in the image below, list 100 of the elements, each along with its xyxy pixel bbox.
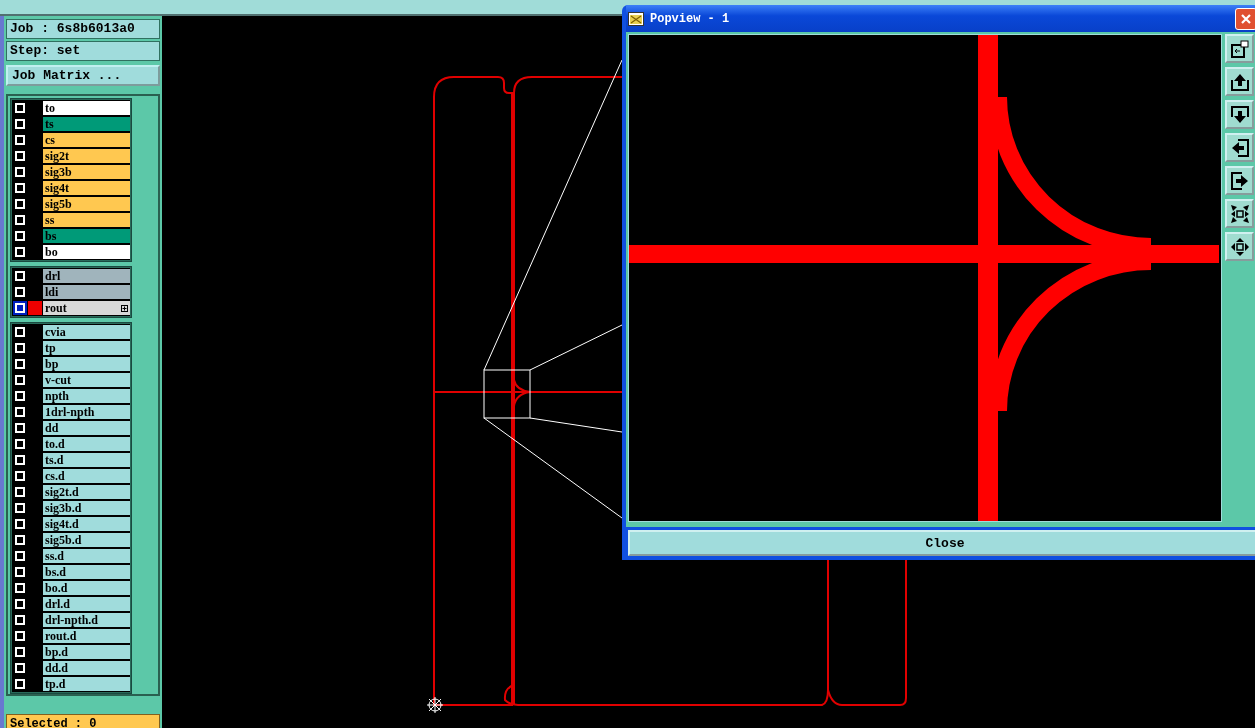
layer-checkbox[interactable] xyxy=(13,101,27,115)
layer-row[interactable]: bo xyxy=(12,244,130,260)
layer-checkbox[interactable] xyxy=(13,469,27,483)
toolbar-button[interactable] xyxy=(1225,67,1254,96)
layer-row[interactable]: cs.d xyxy=(12,468,130,484)
layer-row[interactable]: tp xyxy=(12,340,130,356)
layer-row[interactable]: ss.d xyxy=(12,548,130,564)
layer-checkbox[interactable] xyxy=(13,533,27,547)
layer-row[interactable]: cs xyxy=(12,132,130,148)
layer-row[interactable]: sig3b.d xyxy=(12,500,130,516)
layer-row[interactable]: cvia xyxy=(12,324,130,340)
layer-name[interactable]: bo.d xyxy=(43,581,130,595)
layer-checkbox[interactable] xyxy=(13,645,27,659)
layer-checkbox[interactable] xyxy=(13,677,27,691)
layer-checkbox[interactable] xyxy=(13,269,27,283)
layer-checkbox[interactable] xyxy=(13,437,27,451)
layer-row[interactable]: sig2t.d xyxy=(12,484,130,500)
layer-checkbox[interactable] xyxy=(13,181,27,195)
layer-name[interactable]: sig3b xyxy=(43,165,130,179)
close-button[interactable]: Close xyxy=(628,530,1255,556)
layer-name[interactable]: cs.d xyxy=(43,469,130,483)
layer-checkbox[interactable] xyxy=(13,229,27,243)
layer-name[interactable]: cs xyxy=(43,133,130,147)
layer-name[interactable]: bp xyxy=(43,357,130,371)
close-button[interactable] xyxy=(1235,7,1255,30)
layer-checkbox[interactable] xyxy=(13,485,27,499)
layer-checkbox[interactable] xyxy=(13,325,27,339)
toolbar-button[interactable] xyxy=(1225,199,1254,228)
layer-row[interactable]: drl xyxy=(12,268,130,284)
layer-checkbox[interactable] xyxy=(13,421,27,435)
layer-checkbox[interactable] xyxy=(13,357,27,371)
layer-row[interactable]: sig5b xyxy=(12,196,130,212)
layer-row[interactable]: v-cut xyxy=(12,372,130,388)
layer-name[interactable]: tp.d xyxy=(43,677,130,691)
layer-row[interactable]: bs xyxy=(12,228,130,244)
layer-checkbox[interactable] xyxy=(13,501,27,515)
layer-checkbox[interactable] xyxy=(13,661,27,675)
layer-row[interactable]: ss xyxy=(12,212,130,228)
toolbar-button[interactable] xyxy=(1225,166,1254,195)
layer-name[interactable]: sig3b.d xyxy=(43,501,130,515)
layer-checkbox[interactable] xyxy=(13,197,27,211)
layer-row[interactable]: dd xyxy=(12,420,130,436)
layer-name[interactable]: 1drl-npth xyxy=(43,405,130,419)
layer-name[interactable]: dd.d xyxy=(43,661,130,675)
layer-name[interactable]: sig4t xyxy=(43,181,130,195)
layer-row[interactable]: drl-npth.d xyxy=(12,612,130,628)
layer-name[interactable]: bo xyxy=(43,245,130,259)
layer-checkbox[interactable] xyxy=(13,301,27,315)
layer-row[interactable]: dd.d xyxy=(12,660,130,676)
layer-checkbox[interactable] xyxy=(13,597,27,611)
layer-name[interactable]: dd xyxy=(43,421,130,435)
layer-name[interactable]: to xyxy=(43,101,130,115)
layer-row[interactable]: bp xyxy=(12,356,130,372)
job-matrix-button[interactable]: Job Matrix ... xyxy=(6,65,160,86)
layer-row[interactable]: drl.d xyxy=(12,596,130,612)
layer-name[interactable]: ts.d xyxy=(43,453,130,467)
layer-checkbox[interactable] xyxy=(13,245,27,259)
layer-name[interactable]: drl xyxy=(43,269,130,283)
layer-row[interactable]: ts xyxy=(12,116,130,132)
layer-checkbox[interactable] xyxy=(13,165,27,179)
layer-checkbox[interactable] xyxy=(13,629,27,643)
layer-name[interactable]: to.d xyxy=(43,437,130,451)
layer-name[interactable]: sig4t.d xyxy=(43,517,130,531)
layer-row[interactable]: sig3b xyxy=(12,164,130,180)
toolbar-button[interactable] xyxy=(1225,133,1254,162)
layer-row[interactable]: tp.d xyxy=(12,676,130,692)
expand-icon[interactable] xyxy=(121,304,128,312)
layer-name[interactable]: rout xyxy=(43,301,130,315)
layer-checkbox[interactable] xyxy=(13,117,27,131)
layer-name[interactable]: sig2t xyxy=(43,149,130,163)
layer-row[interactable]: bp.d xyxy=(12,644,130,660)
layer-row[interactable]: 1drl-npth xyxy=(12,404,130,420)
layer-name[interactable]: bs xyxy=(43,229,130,243)
layer-checkbox[interactable] xyxy=(13,285,27,299)
layer-checkbox[interactable] xyxy=(13,581,27,595)
layer-name[interactable]: v-cut xyxy=(43,373,130,387)
layer-name[interactable]: ss xyxy=(43,213,130,227)
layer-name[interactable]: ldi xyxy=(43,285,130,299)
layer-row[interactable]: ldi xyxy=(12,284,130,300)
layer-checkbox[interactable] xyxy=(13,133,27,147)
layer-checkbox[interactable] xyxy=(13,149,27,163)
layer-name[interactable]: drl-npth.d xyxy=(43,613,130,627)
layer-name[interactable]: ts xyxy=(43,117,130,131)
layer-row[interactable]: npth xyxy=(12,388,130,404)
layer-checkbox[interactable] xyxy=(13,213,27,227)
toolbar-button[interactable] xyxy=(1225,34,1254,63)
layer-row[interactable]: sig2t xyxy=(12,148,130,164)
layer-row[interactable]: sig4t xyxy=(12,180,130,196)
layer-name[interactable]: ss.d xyxy=(43,549,130,563)
layer-row[interactable]: bs.d xyxy=(12,564,130,580)
layer-checkbox[interactable] xyxy=(13,405,27,419)
layer-checkbox[interactable] xyxy=(13,613,27,627)
layer-checkbox[interactable] xyxy=(13,549,27,563)
layer-row[interactable]: bo.d xyxy=(12,580,130,596)
layer-row[interactable]: sig5b.d xyxy=(12,532,130,548)
layer-name[interactable]: bs.d xyxy=(43,565,130,579)
layer-row[interactable]: rout.d xyxy=(12,628,130,644)
layer-name[interactable]: tp xyxy=(43,341,130,355)
layer-name[interactable]: sig5b xyxy=(43,197,130,211)
layer-row[interactable]: to xyxy=(12,100,130,116)
